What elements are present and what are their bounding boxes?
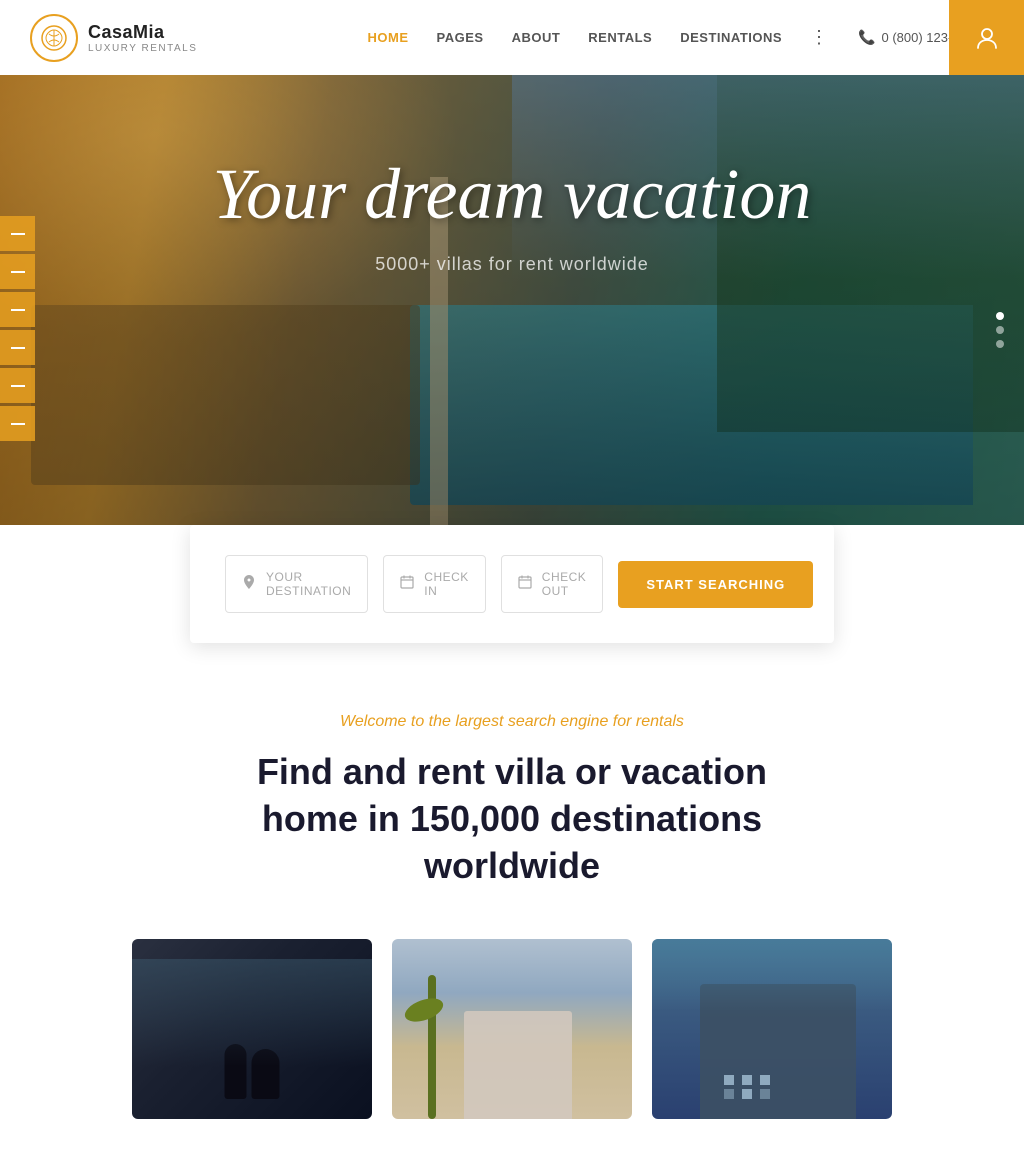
nav-rentals[interactable]: RENTALS bbox=[588, 30, 652, 45]
search-section: YOUR DESTINATION CHECK IN bbox=[190, 525, 834, 643]
checkin-label: CHECK IN bbox=[424, 570, 469, 598]
side-nav-3[interactable] bbox=[0, 292, 35, 327]
property-cards bbox=[110, 939, 914, 1119]
hero-subtitle: 5000+ villas for rent worldwide bbox=[0, 254, 1024, 275]
checkin-field[interactable]: CHECK IN bbox=[383, 555, 486, 613]
hero-background bbox=[0, 75, 1024, 585]
side-nav-5[interactable] bbox=[0, 368, 35, 403]
calendar-checkin-icon bbox=[400, 575, 414, 594]
side-nav-6[interactable] bbox=[0, 406, 35, 441]
section2-title: Find and rent villa or vacation home in … bbox=[212, 749, 812, 889]
nav-destinations[interactable]: DESTINATIONS bbox=[680, 30, 782, 45]
main-nav: HOME PAGES ABOUT RENTALS DESTINATIONS ⋮ bbox=[368, 27, 829, 48]
search-bar: YOUR DESTINATION CHECK IN bbox=[225, 555, 799, 613]
more-menu-icon[interactable]: ⋮ bbox=[810, 27, 828, 48]
brand-tagline: Luxury Rentals bbox=[88, 43, 197, 54]
user-account-button[interactable] bbox=[949, 0, 1024, 75]
checkout-label: CHECK OUT bbox=[542, 570, 587, 598]
search-button[interactable]: START SEARCHING bbox=[618, 561, 813, 608]
slide-dot-2[interactable] bbox=[996, 326, 1004, 334]
calendar-checkout-icon bbox=[518, 575, 532, 594]
slide-dot-3[interactable] bbox=[996, 340, 1004, 348]
location-icon bbox=[242, 574, 256, 595]
destination-field[interactable]: YOUR DESTINATION bbox=[225, 555, 368, 613]
hero-section: Your dream vacation 5000+ villas for ren… bbox=[0, 75, 1024, 585]
destination-label: YOUR DESTINATION bbox=[266, 570, 351, 598]
brand-name: CasaMia bbox=[88, 22, 197, 43]
property-card-3[interactable] bbox=[652, 939, 892, 1119]
property-card-2[interactable] bbox=[392, 939, 632, 1119]
checkout-field[interactable]: CHECK OUT bbox=[501, 555, 604, 613]
hero-content: Your dream vacation 5000+ villas for ren… bbox=[0, 155, 1024, 275]
phone-icon: 📞 bbox=[858, 29, 875, 46]
nav-about[interactable]: ABOUT bbox=[512, 30, 561, 45]
logo-icon bbox=[30, 14, 78, 62]
hero-title: Your dream vacation bbox=[0, 155, 1024, 234]
section2-tagline: Welcome to the largest search engine for… bbox=[110, 713, 914, 731]
side-nav-4[interactable] bbox=[0, 330, 35, 365]
slide-indicators bbox=[996, 312, 1004, 348]
section2: Welcome to the largest search engine for… bbox=[0, 643, 1024, 1159]
header: CasaMia Luxury Rentals HOME PAGES ABOUT … bbox=[0, 0, 1024, 75]
logo[interactable]: CasaMia Luxury Rentals bbox=[30, 14, 197, 62]
property-card-1[interactable] bbox=[132, 939, 372, 1119]
search-wrapper: YOUR DESTINATION CHECK IN bbox=[0, 525, 1024, 643]
nav-pages[interactable]: PAGES bbox=[437, 30, 484, 45]
slide-dot-1[interactable] bbox=[996, 312, 1004, 320]
logo-text: CasaMia Luxury Rentals bbox=[88, 22, 197, 54]
nav-home[interactable]: HOME bbox=[368, 30, 409, 45]
side-navigation bbox=[0, 75, 35, 585]
